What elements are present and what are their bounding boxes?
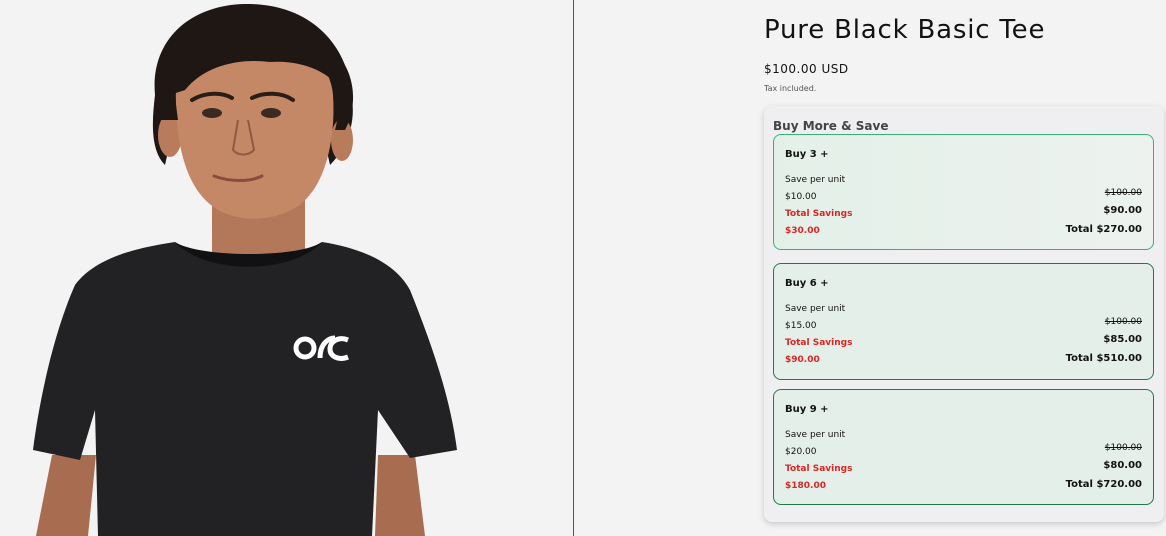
original-price: $100.00 <box>1104 317 1142 327</box>
tier-option-buy-9[interactable]: Buy 9 + Save per unit $20.00 Total Savin… <box>773 389 1154 505</box>
left-arm <box>36 455 96 536</box>
total-savings-label: Total Savings <box>785 209 853 219</box>
widget-heading: Buy More & Save <box>773 119 889 133</box>
save-per-unit-value: $20.00 <box>785 447 817 457</box>
tier-total: Total $510.00 <box>1065 353 1142 364</box>
right-arm <box>375 455 425 536</box>
tier-total: Total $720.00 <box>1065 479 1142 490</box>
tier-total: Total $270.00 <box>1065 224 1142 235</box>
total-savings-label: Total Savings <box>785 338 853 348</box>
total-savings-value: $90.00 <box>785 355 820 365</box>
total-savings-value: $180.00 <box>785 481 826 491</box>
product-title: Pure Black Basic Tee <box>764 15 1046 45</box>
discounted-unit-price: $85.00 <box>1103 334 1142 345</box>
total-savings-value: $30.00 <box>785 226 820 236</box>
save-per-unit-label: Save per unit <box>785 430 846 440</box>
original-price: $100.00 <box>1104 188 1142 198</box>
save-per-unit-value: $10.00 <box>785 192 817 202</box>
discounted-unit-price: $90.00 <box>1103 205 1142 216</box>
save-per-unit-value: $15.00 <box>785 321 817 331</box>
discounted-unit-price: $80.00 <box>1103 460 1142 471</box>
product-media[interactable] <box>0 0 573 536</box>
tier-label: Buy 6 + <box>785 278 829 289</box>
save-per-unit-label: Save per unit <box>785 304 846 314</box>
media-divider <box>573 0 574 536</box>
tax-note: Tax included. <box>764 84 817 93</box>
tier-option-buy-6[interactable]: Buy 6 + Save per unit $15.00 Total Savin… <box>773 263 1154 380</box>
buy-more-save-widget: Buy More & Save Buy 3 + Save per unit $1… <box>764 106 1164 522</box>
tier-label: Buy 9 + <box>785 404 829 415</box>
product-image <box>33 3 457 536</box>
original-price: $100.00 <box>1104 443 1142 453</box>
tier-option-buy-3[interactable]: Buy 3 + Save per unit $10.00 Total Savin… <box>773 134 1154 250</box>
save-per-unit-label: Save per unit <box>785 175 846 185</box>
tier-label: Buy 3 + <box>785 149 829 160</box>
total-savings-label: Total Savings <box>785 464 853 474</box>
product-price: $100.00 USD <box>764 62 849 76</box>
